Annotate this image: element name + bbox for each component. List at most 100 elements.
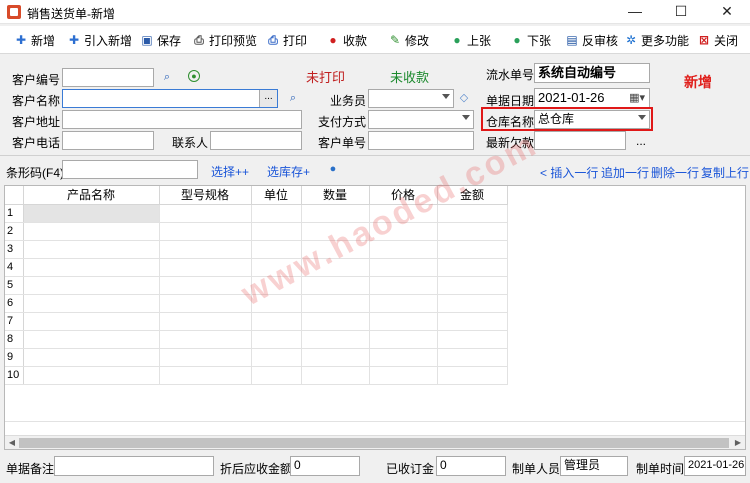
table-cell[interactable]: [369, 348, 438, 367]
table-cell[interactable]: [159, 294, 252, 313]
more-functions-button[interactable]: ✲ 更多功能: [624, 31, 689, 49]
table-cell[interactable]: [251, 204, 302, 223]
horizontal-scrollbar[interactable]: ◀ ▶: [5, 435, 745, 449]
print-button[interactable]: ⎙ 打印: [266, 31, 307, 49]
table-cell[interactable]: [23, 294, 160, 313]
scroll-right-icon[interactable]: ▶: [731, 437, 745, 449]
customer-search-icon[interactable]: ⌕: [286, 91, 300, 105]
table-cell[interactable]: [369, 366, 438, 385]
table-cell[interactable]: [159, 222, 252, 241]
customer-name-input[interactable]: ...: [62, 89, 278, 108]
column-header-unit[interactable]: 单位: [251, 186, 302, 205]
column-header-model[interactable]: 型号规格: [159, 186, 252, 205]
table-row[interactable]: 10: [5, 366, 508, 385]
customer-code-input[interactable]: [62, 68, 154, 87]
customer-address-input[interactable]: [62, 110, 302, 129]
table-cell[interactable]: [369, 312, 438, 331]
table-cell[interactable]: [159, 330, 252, 349]
payment-method-select[interactable]: [368, 110, 474, 129]
minimize-button[interactable]: —: [612, 0, 658, 24]
table-cell[interactable]: [23, 204, 160, 223]
customer-name-browse-button[interactable]: ...: [259, 90, 277, 107]
select-link[interactable]: 选择++: [211, 163, 249, 180]
import-add-button[interactable]: ✚ 引入新增: [67, 31, 132, 49]
table-cell[interactable]: [251, 366, 302, 385]
warehouse-select[interactable]: 总仓库: [534, 110, 650, 129]
table-cell[interactable]: [437, 366, 508, 385]
table-cell[interactable]: [23, 312, 160, 331]
eraser-icon[interactable]: ◇: [457, 91, 471, 105]
table-cell[interactable]: [23, 330, 160, 349]
column-header-quantity[interactable]: 数量: [301, 186, 370, 205]
discount-amount-input[interactable]: 0: [290, 456, 360, 476]
table-cell[interactable]: [369, 258, 438, 277]
edit-button[interactable]: ✎ 修改: [388, 31, 429, 49]
scrollbar-thumb[interactable]: [19, 438, 729, 448]
table-cell[interactable]: [369, 276, 438, 295]
table-cell[interactable]: [437, 330, 508, 349]
table-cell[interactable]: [437, 312, 508, 331]
table-cell[interactable]: [437, 222, 508, 241]
table-row[interactable]: 9: [5, 348, 508, 367]
customer-order-input[interactable]: [368, 131, 474, 150]
copy-row-link[interactable]: 复制上行: [701, 164, 749, 181]
table-cell[interactable]: [23, 222, 160, 241]
maximize-button[interactable]: ☐: [658, 0, 704, 24]
calendar-icon[interactable]: ▦▾: [629, 91, 645, 106]
delete-row-link[interactable]: 删除一行: [651, 164, 699, 181]
table-cell[interactable]: [23, 348, 160, 367]
table-cell[interactable]: [159, 204, 252, 223]
close-button[interactable]: ⊠ 关闭: [697, 31, 738, 49]
table-cell[interactable]: [23, 366, 160, 385]
print-preview-button[interactable]: ⎙ 打印预览: [192, 31, 257, 49]
payment-button[interactable]: ● 收款: [326, 31, 367, 49]
save-button[interactable]: ▣ 保存: [140, 31, 181, 49]
table-cell[interactable]: [301, 294, 370, 313]
previous-button[interactable]: ● 上张: [450, 31, 491, 49]
table-cell[interactable]: [251, 222, 302, 241]
close-window-button[interactable]: ✕: [704, 0, 750, 24]
contact-input[interactable]: [210, 131, 302, 150]
table-cell[interactable]: [159, 240, 252, 259]
remarks-input[interactable]: [54, 456, 214, 476]
table-cell[interactable]: [159, 348, 252, 367]
refresh-icon[interactable]: ●: [188, 70, 200, 82]
select-stock-link[interactable]: 选库存+: [267, 163, 310, 180]
search-icon[interactable]: ⌕: [160, 70, 174, 84]
table-cell[interactable]: [369, 330, 438, 349]
table-cell[interactable]: [23, 240, 160, 259]
latest-debt-more-button[interactable]: ...: [636, 134, 646, 148]
table-cell[interactable]: [437, 348, 508, 367]
table-cell[interactable]: [301, 366, 370, 385]
table-cell[interactable]: [301, 348, 370, 367]
append-row-link[interactable]: 追加一行: [601, 164, 649, 181]
insert-row-link[interactable]: < 插入一行: [540, 164, 598, 181]
table-cell[interactable]: [437, 276, 508, 295]
next-button[interactable]: ● 下张: [510, 31, 551, 49]
date-picker[interactable]: 2021-01-26 ▦▾: [534, 88, 650, 109]
table-row[interactable]: 8: [5, 330, 508, 349]
table-cell[interactable]: [159, 366, 252, 385]
table-cell[interactable]: [301, 330, 370, 349]
table-cell[interactable]: [437, 258, 508, 277]
table-cell[interactable]: [251, 330, 302, 349]
table-row[interactable]: 2: [5, 222, 508, 241]
table-cell[interactable]: [159, 258, 252, 277]
table-cell[interactable]: [251, 312, 302, 331]
table-cell[interactable]: [301, 312, 370, 331]
table-cell[interactable]: [369, 294, 438, 313]
table-row[interactable]: 7: [5, 312, 508, 331]
customer-phone-input[interactable]: [62, 131, 154, 150]
table-cell[interactable]: [23, 258, 160, 277]
barcode-input[interactable]: [62, 160, 198, 179]
received-deposit-input[interactable]: 0: [436, 456, 506, 476]
globe-icon[interactable]: ●: [326, 162, 340, 176]
table-cell[interactable]: [159, 312, 252, 331]
table-row[interactable]: 3: [5, 240, 508, 259]
salesperson-select[interactable]: [368, 89, 454, 108]
scroll-left-icon[interactable]: ◀: [5, 437, 19, 449]
table-cell[interactable]: [251, 348, 302, 367]
unaudit-button[interactable]: ▤ 反审核: [565, 31, 618, 49]
add-button[interactable]: ✚ 新增: [14, 31, 55, 49]
table-cell[interactable]: [437, 294, 508, 313]
